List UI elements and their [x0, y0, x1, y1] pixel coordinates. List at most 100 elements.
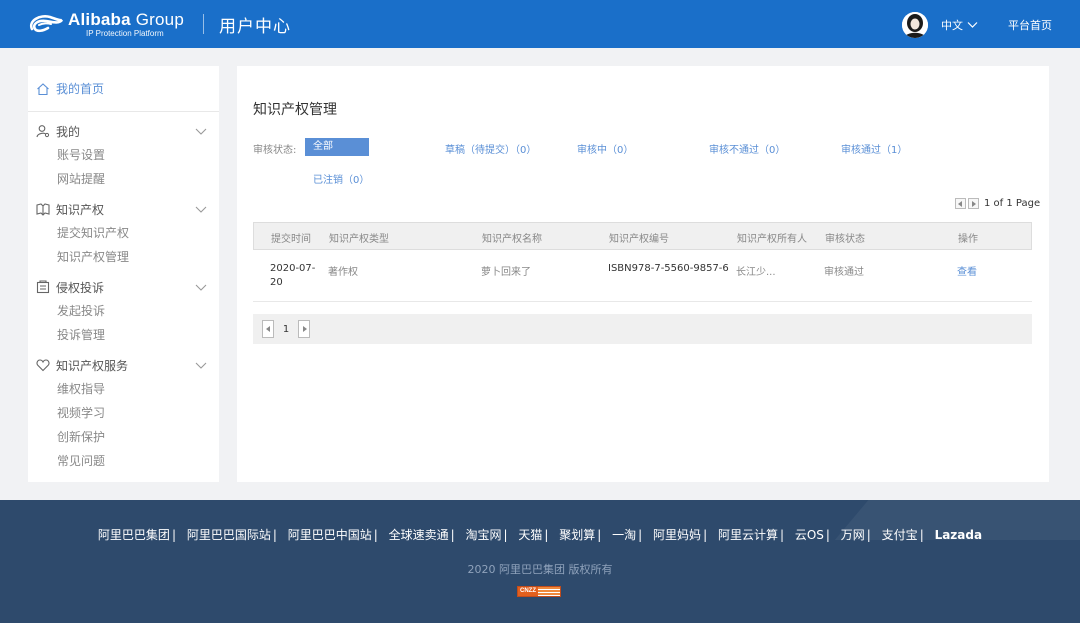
footer-link[interactable]: 全球速卖通 [389, 528, 449, 542]
sidebar-item-account-settings[interactable]: 账号设置 [36, 143, 219, 167]
chevron-down-icon [195, 362, 207, 369]
sidebar-group-label: 我的 [56, 124, 81, 139]
footer-separator: | [597, 528, 602, 542]
next-page-button[interactable] [968, 198, 979, 209]
sidebar-item-home[interactable]: 我的首页 [28, 66, 219, 112]
filter-all-button[interactable]: 全部 [305, 138, 369, 156]
footer-separator: | [703, 528, 708, 542]
footer-link[interactable]: 万网 [841, 528, 865, 542]
sidebar-group-head-mine[interactable]: 我的 [36, 119, 219, 143]
sidebar-item-rights-guide[interactable]: 维权指导 [36, 377, 219, 401]
pager-top: 1 of 1 Page [955, 198, 1040, 209]
table-row: 2020-07- 20 著作权 萝卜回来了 ISBN978-7-5560-985… [253, 250, 1032, 302]
cell-date: 20 [270, 277, 283, 288]
chevron-down-icon [195, 284, 207, 291]
complaint-icon [36, 280, 50, 294]
filter-label: 审核状态: [253, 145, 297, 156]
cell-name: 萝卜回来了 [481, 267, 531, 278]
cnzz-badge[interactable]: CNZZ [517, 586, 561, 597]
footer-separator: | [825, 528, 830, 542]
footer-link[interactable]: 阿里巴巴中国站 [288, 528, 372, 542]
footer-link[interactable]: 云OS [795, 528, 824, 542]
copyright: 2020 阿里巴巴集团 版权所有 [467, 563, 613, 576]
footer-link[interactable]: 一淘 [612, 528, 636, 542]
main-panel: 知识产权管理 审核状态: 全部 草稿（待提交）（0） 审核中（0） 审核不通过（… [237, 66, 1049, 482]
footer-separator: | [544, 528, 549, 542]
footer-links: 阿里巴巴集团 | 阿里巴巴国际站 | 阿里巴巴中国站 | 全球速卖通 | 淘宝网 | 天猫… [0, 526, 1080, 543]
sidebar-group-head-complaint[interactable]: 侵权投诉 [36, 275, 219, 299]
footer-link[interactable]: 淘宝网 [465, 528, 501, 542]
prev-page-button[interactable] [262, 320, 274, 338]
ip-table: 提交时间 知识产权类型 知识产权名称 知识产权编号 知识产权所有人 审核状态 操… [253, 222, 1032, 302]
top-header: Alibaba Group IP Protection Platform 用户中… [0, 0, 1080, 48]
next-page-button[interactable] [298, 320, 310, 338]
footer-separator: | [779, 528, 784, 542]
footer-separator: | [171, 528, 176, 542]
sidebar-group-ip-services: 知识产权服务 维权指导 视频学习 创新保护 常见问题 [28, 347, 219, 473]
cell-status: 审核通过 [824, 267, 864, 278]
sidebar-group-mine: 我的 账号设置 网站提醒 [28, 112, 219, 191]
caret-right-icon [972, 200, 976, 207]
sidebar-group-head-ip-services[interactable]: 知识产权服务 [36, 353, 219, 377]
filter-rejected-button[interactable]: 审核不通过（0） [709, 141, 785, 156]
column-header: 知识产权类型 [329, 234, 389, 245]
column-header: 知识产权名称 [482, 234, 542, 245]
sidebar-item-label: 我的首页 [56, 82, 105, 96]
cnzz-badge-stripes [538, 587, 560, 596]
sidebar-group-head-ip[interactable]: 知识产权 [36, 197, 219, 221]
sidebar-group-label: 知识产权 [56, 202, 105, 217]
sidebar-group-complaint: 侵权投诉 发起投诉 投诉管理 [28, 269, 219, 347]
chevron-down-icon [195, 128, 207, 135]
caret-left-icon [958, 200, 962, 207]
footer-link[interactable]: 阿里云计算 [718, 528, 778, 542]
caret-left-icon [265, 326, 270, 332]
sidebar: 我的首页 我的 账号设置 网站提醒 知识产权 提交知识产权 知识产权管理 侵权投… [28, 66, 219, 482]
prev-page-button[interactable] [955, 198, 966, 209]
footer-separator: | [866, 528, 871, 542]
sidebar-item-submit-ip[interactable]: 提交知识产权 [36, 221, 219, 245]
filter-reviewing-button[interactable]: 审核中（0） [577, 141, 633, 156]
column-header: 知识产权所有人 [737, 234, 807, 245]
cell-owner: 长江少... [736, 267, 776, 278]
footer-link[interactable]: Lazada [935, 528, 983, 542]
filter-draft-button[interactable]: 草稿（待提交）（0） [445, 141, 536, 156]
footer-link[interactable]: 阿里巴巴国际站 [187, 528, 271, 542]
filter-approved-button[interactable]: 审核通过（1） [841, 141, 907, 156]
sidebar-item-complaint-management[interactable]: 投诉管理 [36, 323, 219, 347]
alibaba-logo[interactable]: Alibaba Group IP Protection Platform [26, 9, 184, 39]
sidebar-item-start-complaint[interactable]: 发起投诉 [36, 299, 219, 323]
chevron-down-icon [967, 22, 978, 28]
cell-number: ISBN978-7-5560-9857-6 [608, 263, 729, 274]
user-settings-icon [36, 125, 50, 138]
cnzz-badge-label: CNZZ [518, 587, 538, 596]
column-header: 操作 [958, 234, 978, 245]
page-number[interactable]: 1 [280, 324, 292, 335]
footer: 阿里巴巴集团 | 阿里巴巴国际站 | 阿里巴巴中国站 | 全球速卖通 | 淘宝网 | 天猫… [0, 500, 1080, 623]
sidebar-item-innovation-protection[interactable]: 创新保护 [36, 425, 219, 449]
page-indicator: 1 of 1 Page [984, 198, 1041, 209]
filter-cancelled-button[interactable]: 已注销（0） [313, 171, 369, 186]
page-title: 知识产权管理 [253, 102, 337, 118]
footer-separator: | [450, 528, 455, 542]
view-link[interactable]: 查看 [957, 263, 977, 278]
footer-link[interactable]: 聚划算 [559, 528, 595, 542]
footer-link[interactable]: 天猫 [518, 528, 542, 542]
cell-type: 著作权 [328, 267, 358, 278]
home-icon [37, 82, 49, 95]
sidebar-item-video-learning[interactable]: 视频学习 [36, 401, 219, 425]
sidebar-item-faq[interactable]: 常见问题 [36, 449, 219, 473]
footer-separator: | [919, 528, 924, 542]
language-selector[interactable]: 中文 [941, 17, 978, 33]
user-avatar-icon [902, 12, 928, 38]
footer-link[interactable]: 阿里妈妈 [653, 528, 701, 542]
footer-link[interactable]: 支付宝 [882, 528, 918, 542]
sidebar-group-label: 侵权投诉 [56, 280, 105, 295]
pager-bottom: 1 [253, 314, 1032, 344]
platform-home-link[interactable]: 平台首页 [1008, 17, 1052, 33]
caret-right-icon [302, 326, 307, 332]
avatar[interactable] [902, 12, 928, 38]
sidebar-item-ip-management[interactable]: 知识产权管理 [36, 245, 219, 269]
footer-link[interactable]: 阿里巴巴集团 [98, 528, 170, 542]
sidebar-item-site-reminders[interactable]: 网站提醒 [36, 167, 219, 191]
column-header: 提交时间 [271, 234, 311, 245]
